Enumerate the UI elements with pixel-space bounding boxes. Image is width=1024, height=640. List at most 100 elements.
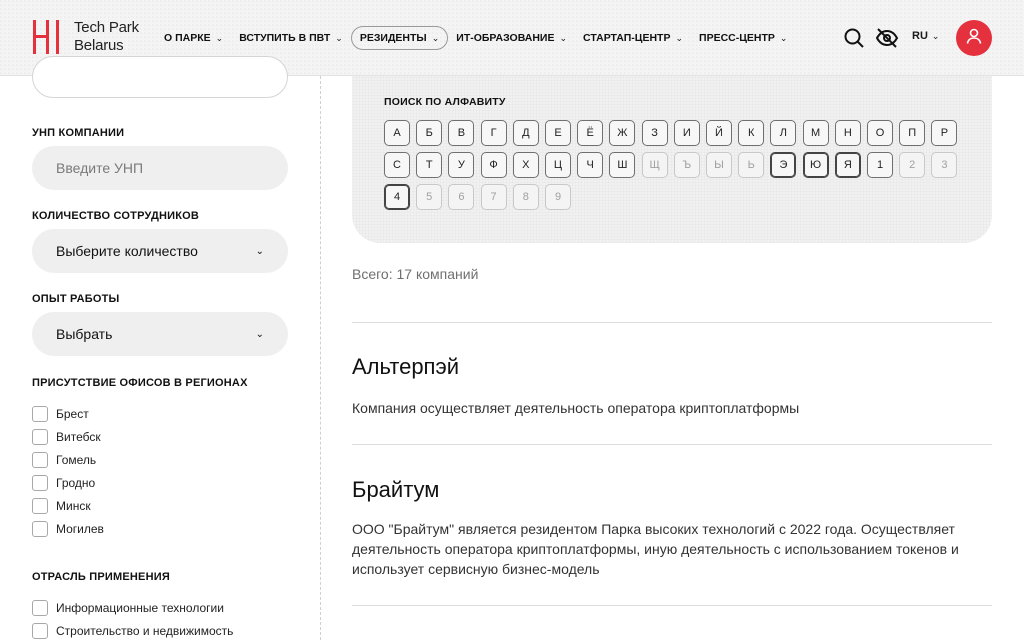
alphabet-key[interactable]: У [448, 152, 475, 178]
nav-item-press-center[interactable]: ПРЕСС-ЦЕНТР ⌄ [691, 26, 795, 50]
alphabet-key[interactable]: Ч [577, 152, 604, 178]
unp-field[interactable] [32, 146, 288, 190]
alphabet-key[interactable]: Й [706, 120, 732, 146]
alphabet-key: 8 [512, 184, 539, 210]
industry-list: Информационные технологии Строительство … [32, 596, 233, 640]
nav-label: ПРЕСС-ЦЕНТР [699, 32, 775, 44]
checkbox[interactable] [32, 405, 48, 422]
alphabet-key[interactable]: Ф [480, 152, 507, 178]
chevron-down-icon: ⌄ [215, 32, 224, 43]
language-selector[interactable]: RU ⌄ [912, 30, 939, 42]
checkbox-label: Информационные технологии [56, 600, 224, 615]
nav-label: СТАРТАП-ЦЕНТР [583, 32, 671, 44]
alphabet-key[interactable]: Н [834, 120, 861, 146]
nav-item-residents[interactable]: РЕЗИДЕНТЫ ⌄ [350, 26, 449, 50]
alphabet-key: 5 [416, 184, 443, 210]
main-nav: О ПАРКЕ ⌄ ВСТУПИТЬ В ПВТ ⌄ РЕЗИДЕНТЫ ⌄ ИТ-О… [156, 26, 795, 50]
alphabet-key[interactable]: Ц [545, 152, 571, 178]
alphabet-key[interactable]: И [673, 120, 700, 146]
search-name-input[interactable] [32, 56, 288, 98]
alphabet-key: 6 [448, 184, 475, 210]
checkbox[interactable] [32, 474, 48, 491]
alphabet-key[interactable]: П [899, 120, 926, 146]
nav-item-join[interactable]: ВСТУПИТЬ В ПВТ ⌄ [231, 26, 351, 50]
checkbox-label: Гродно [56, 475, 96, 490]
chevron-down-icon: ⌄ [675, 32, 684, 43]
employees-select[interactable]: Выберите количество ⌄ [32, 229, 288, 273]
nav-label: РЕЗИДЕНТЫ [359, 32, 427, 44]
checkbox-label: Строительство и недвижимость [56, 623, 234, 638]
alphabet-key: 7 [480, 184, 507, 210]
alphabet-key[interactable]: Б [416, 120, 443, 146]
company-name[interactable]: Альтерпэй [352, 354, 459, 380]
nav-item-it-education[interactable]: ИТ-ОБРАЗОВАНИЕ ⌄ [448, 26, 575, 50]
alphabet-key[interactable]: Д [512, 120, 539, 146]
alphabet-key: 3 [931, 152, 958, 178]
alphabet-key[interactable]: Х [512, 152, 539, 178]
alphabet-key[interactable]: Л [770, 120, 797, 146]
checkbox[interactable] [32, 451, 48, 468]
alphabet-key[interactable]: Я [834, 152, 861, 178]
company-name[interactable]: Брайтум [352, 477, 439, 503]
checkbox[interactable] [32, 497, 48, 514]
alphabet-key[interactable]: Г [480, 120, 507, 146]
nav-item-about[interactable]: О ПАРКЕ ⌄ [156, 26, 231, 50]
company-description: ООО "Брайтум" является резидентом Парка … [352, 521, 959, 577]
company-description: Компания осуществляет деятельность опера… [352, 400, 800, 416]
language-label: RU [912, 30, 928, 42]
alphabet-key[interactable]: В [448, 120, 475, 146]
user-account-button[interactable] [956, 20, 992, 56]
checkbox-label: Гомель [56, 452, 97, 467]
chevron-down-icon: ⌄ [779, 32, 788, 43]
employees-label: КОЛИЧЕСТВО СОТРУДНИКОВ [32, 210, 200, 222]
filter-sidebar: УНП КОМПАНИИ КОЛИЧЕСТВО СОТРУДНИКОВ Выбе… [0, 56, 320, 640]
eye-off-icon[interactable] [875, 26, 899, 50]
industry-checkbox-construction[interactable]: Строительство и недвижимость [32, 619, 233, 640]
region-checkbox-minsk[interactable]: Минск [32, 494, 104, 517]
alphabet-key[interactable]: С [384, 152, 410, 178]
chevron-down-icon: ⌄ [559, 32, 568, 43]
alphabet-key[interactable]: Ё [577, 120, 604, 146]
logo-line2: Belarus [74, 37, 124, 54]
region-checkbox-brest[interactable]: Брест [32, 402, 104, 425]
alphabet-key[interactable]: Ж [609, 120, 636, 146]
alphabet-key: Ь [738, 152, 765, 178]
nav-label: О ПАРКЕ [164, 32, 211, 44]
experience-label: ОПЫТ РАБОТЫ [32, 293, 120, 305]
checkbox[interactable] [32, 520, 48, 537]
region-checkbox-mogilev[interactable]: Могилев [32, 517, 104, 540]
checkbox-label: Брест [56, 406, 89, 421]
alphabet-key[interactable]: Е [545, 120, 571, 146]
industry-checkbox-it[interactable]: Информационные технологии [32, 596, 233, 619]
alphabet-title: ПОИСК ПО АЛФАВИТУ [384, 96, 506, 108]
logo[interactable]: Tech Park Belarus [32, 18, 139, 56]
unp-label: УНП КОМПАНИИ [32, 127, 125, 139]
alphabet-key[interactable]: Ю [802, 152, 829, 178]
divider [352, 605, 992, 606]
search-icon[interactable] [842, 26, 866, 50]
experience-select[interactable]: Выбрать ⌄ [32, 312, 288, 356]
sidebar-divider [320, 76, 321, 640]
alphabet-key[interactable]: М [802, 120, 829, 146]
alphabet-key[interactable]: Т [416, 152, 443, 178]
alphabet-key[interactable]: Э [770, 152, 797, 178]
region-checkbox-vitebsk[interactable]: Витебск [32, 425, 104, 448]
alphabet-key[interactable]: Р [931, 120, 958, 146]
checkbox[interactable] [32, 599, 48, 616]
region-checkbox-grodno[interactable]: Гродно [32, 471, 104, 494]
alphabet-key[interactable]: З [641, 120, 668, 146]
alphabet-key[interactable]: 4 [384, 184, 410, 210]
alphabet-key: Ы [706, 152, 732, 178]
alphabet-key[interactable]: К [738, 120, 765, 146]
employees-value: Выберите количество [56, 243, 198, 259]
nav-label: ИТ-ОБРАЗОВАНИЕ [456, 32, 555, 44]
alphabet-key[interactable]: Ш [609, 152, 636, 178]
region-checkbox-gomel[interactable]: Гомель [32, 448, 104, 471]
alphabet-key[interactable]: 1 [867, 152, 893, 178]
checkbox[interactable] [32, 622, 48, 639]
unp-input[interactable] [56, 160, 264, 176]
nav-item-startup-center[interactable]: СТАРТАП-ЦЕНТР ⌄ [575, 26, 691, 50]
checkbox[interactable] [32, 428, 48, 445]
alphabet-key[interactable]: О [867, 120, 893, 146]
alphabet-key[interactable]: А [384, 120, 410, 146]
